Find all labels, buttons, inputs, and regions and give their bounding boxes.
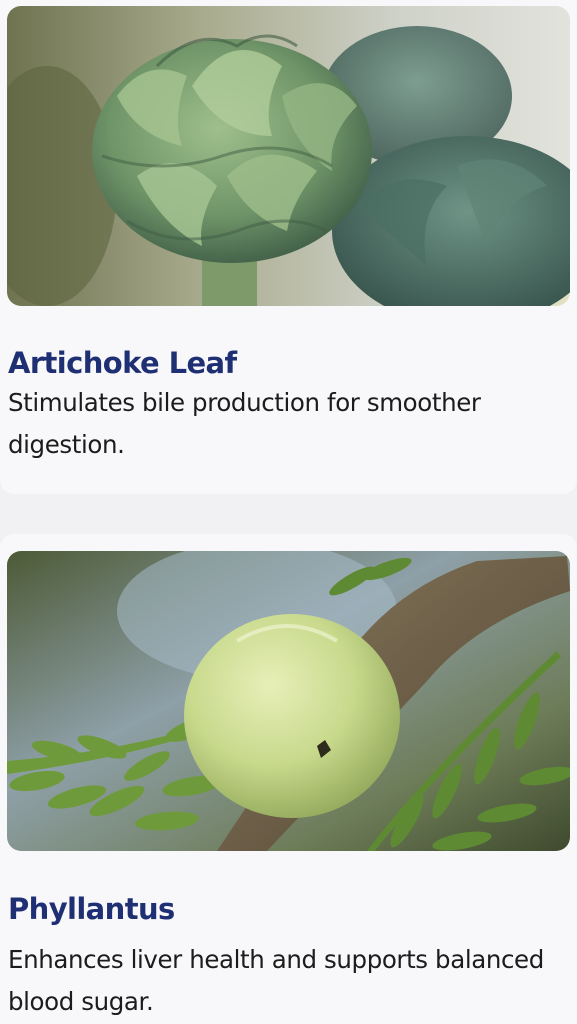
artichoke-photo xyxy=(7,6,570,306)
ingredient-feed: Artichoke Leaf Stimulates bile productio… xyxy=(0,0,577,1024)
ingredient-title: Phyllantus xyxy=(8,892,175,926)
ingredient-card-phyllantus[interactable]: Phyllantus Enhances liver health and sup… xyxy=(0,534,577,1024)
amla-fruit-photo xyxy=(7,551,570,851)
ingredient-title: Artichoke Leaf xyxy=(8,346,237,380)
ingredient-card-artichoke[interactable]: Artichoke Leaf Stimulates bile productio… xyxy=(0,0,577,494)
ingredient-description: Enhances liver health and supports balan… xyxy=(8,945,544,1016)
ingredient-description: Stimulates bile production for smoother … xyxy=(8,388,481,459)
